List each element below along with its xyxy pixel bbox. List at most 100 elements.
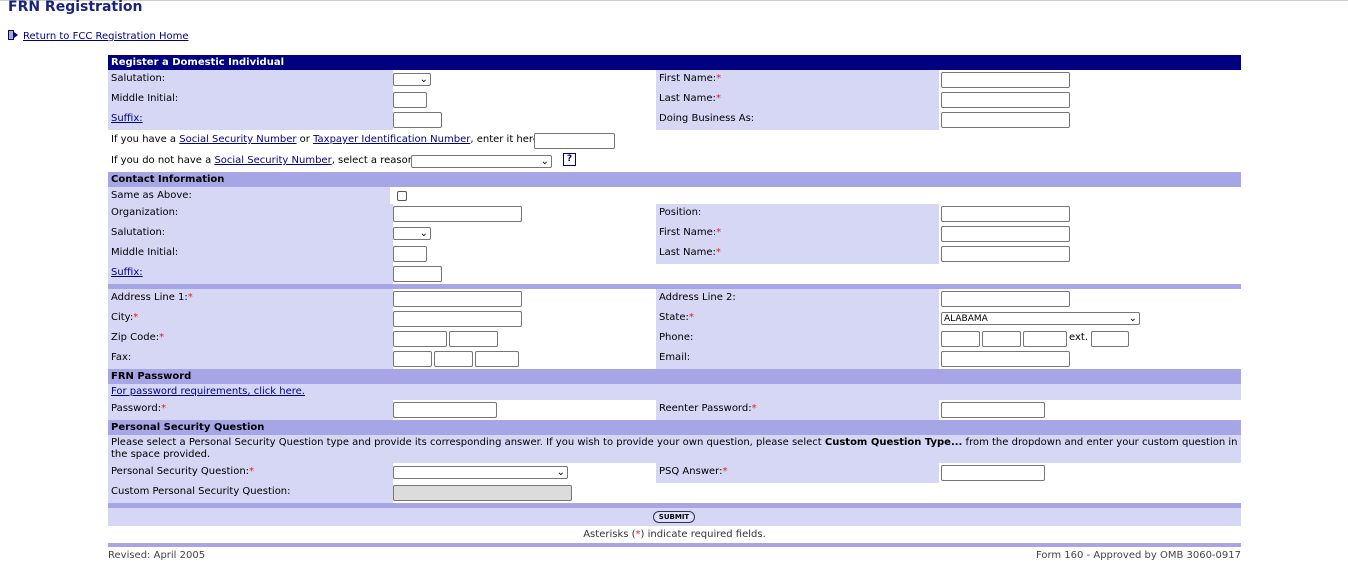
row-custom-psq: Custom Personal Security Question:: [108, 483, 1241, 503]
top-border: [0, 0, 1348, 1]
row-same-as-above: Same as Above:: [108, 187, 1241, 204]
chevron-down-icon: ⌄: [419, 228, 428, 239]
psq-answer-label: PSQ Answer:*: [656, 463, 939, 483]
contact-suffix-input[interactable]: [393, 266, 442, 282]
exit-arrow-icon: [8, 30, 18, 40]
ext-label: ext.: [1069, 332, 1088, 343]
dba-label: Doing Business As:: [656, 110, 939, 130]
row-contact-suffix: Suffix:: [108, 264, 1241, 284]
salutation-select[interactable]: ⌄: [393, 73, 431, 86]
same-as-above-checkbox[interactable]: [397, 191, 407, 201]
phone-label: Phone:: [656, 329, 939, 349]
row-password-req: For password requirements, click here.: [108, 384, 1241, 400]
revised-date: Revised: April 2005: [108, 550, 206, 561]
return-home-link[interactable]: Return to FCC Registration Home: [23, 31, 189, 42]
custom-psq-input[interactable]: [393, 485, 572, 501]
fax-line-input[interactable]: [475, 351, 519, 367]
no-ssn-reason-select[interactable]: ⌄: [411, 155, 552, 168]
address2-label: Address Line 2:: [656, 289, 939, 309]
required-note: Asterisks (*) indicate required fields.: [108, 526, 1241, 543]
last-name-input[interactable]: [941, 92, 1070, 108]
contact-header: Contact Information: [108, 172, 1241, 187]
row-city: City:* State:* ALABAMA ⌄: [108, 309, 1241, 329]
return-link-wrap: Return to FCC Registration Home: [8, 30, 189, 42]
state-select[interactable]: ALABAMA ⌄: [941, 312, 1140, 325]
nossn-ssn-link[interactable]: Social Security Number: [214, 155, 331, 166]
contact-first-name-input[interactable]: [941, 226, 1070, 242]
contact-suffix-link[interactable]: Suffix:: [111, 267, 143, 278]
contact-last-name-label: Last Name:*: [656, 244, 939, 264]
position-label: Position:: [656, 204, 939, 224]
organization-label: Organization:: [108, 204, 393, 224]
fax-label: Fax:: [108, 349, 393, 369]
ssn-input[interactable]: [534, 133, 615, 149]
same-as-above-label: Same as Above:: [108, 187, 393, 204]
chevron-down-icon: ⌄: [540, 156, 549, 167]
phone-area-input[interactable]: [941, 331, 980, 347]
email-input[interactable]: [941, 351, 1070, 367]
row-address: Address Line 1:* Address Line 2:: [108, 289, 1241, 309]
help-icon[interactable]: ?: [563, 153, 576, 166]
phone-ext-input[interactable]: [1091, 331, 1129, 347]
zip4-input[interactable]: [449, 331, 498, 347]
contact-middle-initial-label: Middle Initial:: [108, 244, 393, 264]
position-input[interactable]: [941, 206, 1070, 222]
submit-button[interactable]: SUBMIT: [653, 511, 695, 523]
salutation-label: Salutation:: [108, 70, 393, 90]
city-label: City:*: [108, 309, 393, 329]
form-approval: Form 160 - Approved by OMB 3060-0917: [1035, 550, 1241, 561]
registration-form: Register a Domestic Individual Salutatio…: [108, 55, 1241, 547]
organization-input[interactable]: [393, 206, 522, 222]
address2-input[interactable]: [941, 291, 1070, 307]
zip-label: Zip Code:*: [108, 329, 393, 349]
fax-area-input[interactable]: [393, 351, 432, 367]
row-fax: Fax: Email:: [108, 349, 1241, 369]
row-contact-salutation: Salutation: ⌄ First Name:*: [108, 224, 1241, 244]
contact-middle-initial-input[interactable]: [393, 246, 427, 262]
row-middle-initial: Middle Initial: Last Name:*: [108, 90, 1241, 110]
middle-initial-label: Middle Initial:: [108, 90, 393, 110]
psq-header: Personal Security Question: [108, 420, 1241, 435]
row-no-ssn: If you do not have a Social Security Num…: [108, 151, 1241, 172]
middle-initial-input[interactable]: [393, 92, 427, 108]
suffix-label: Suffix:: [108, 110, 393, 130]
psq-instructions: Please select a Personal Security Questi…: [108, 435, 1241, 463]
reenter-password-input[interactable]: [941, 402, 1045, 418]
address1-label: Address Line 1:*: [108, 289, 393, 309]
reenter-password-label: Reenter Password:*: [656, 400, 939, 420]
password-requirements-link[interactable]: For password requirements, click here.: [111, 386, 305, 397]
separator: [108, 543, 1241, 547]
fax-prefix-input[interactable]: [434, 351, 473, 367]
city-input[interactable]: [393, 311, 522, 327]
password-input[interactable]: [393, 402, 497, 418]
page-title: FRN Registration: [8, 0, 143, 15]
psq-answer-input[interactable]: [941, 465, 1045, 481]
suffix-link[interactable]: Suffix:: [111, 113, 143, 124]
first-name-label: First Name:*: [656, 70, 939, 90]
chevron-down-icon: ⌄: [556, 467, 565, 478]
suffix-input[interactable]: [393, 112, 442, 128]
password-header: FRN Password: [108, 369, 1241, 384]
phone-prefix-input[interactable]: [982, 331, 1021, 347]
contact-salutation-label: Salutation:: [108, 224, 393, 244]
address1-input[interactable]: [393, 291, 522, 307]
chevron-down-icon: ⌄: [1128, 313, 1137, 324]
last-name-label: Last Name:*: [656, 90, 939, 110]
tin-link[interactable]: Taxpayer Identification Number: [313, 134, 470, 145]
zip-input[interactable]: [393, 331, 447, 347]
psq-select[interactable]: ⌄: [393, 466, 568, 479]
individual-header: Register a Domestic Individual: [108, 55, 1241, 70]
row-ssn: If you have a Social Security Number or …: [108, 130, 1241, 151]
first-name-input[interactable]: [941, 72, 1070, 88]
custom-psq-label: Custom Personal Security Question:: [108, 483, 393, 503]
contact-first-name-label: First Name:*: [656, 224, 939, 244]
contact-salutation-select[interactable]: ⌄: [393, 227, 431, 240]
phone-line-input[interactable]: [1023, 331, 1067, 347]
row-contact-middle: Middle Initial: Last Name:*: [108, 244, 1241, 264]
password-label: Password:*: [108, 400, 393, 420]
ssn-link[interactable]: Social Security Number: [179, 134, 296, 145]
contact-suffix-label: Suffix:: [108, 264, 393, 284]
dba-input[interactable]: [941, 112, 1070, 128]
email-label: Email:: [656, 349, 939, 369]
contact-last-name-input[interactable]: [941, 246, 1070, 262]
